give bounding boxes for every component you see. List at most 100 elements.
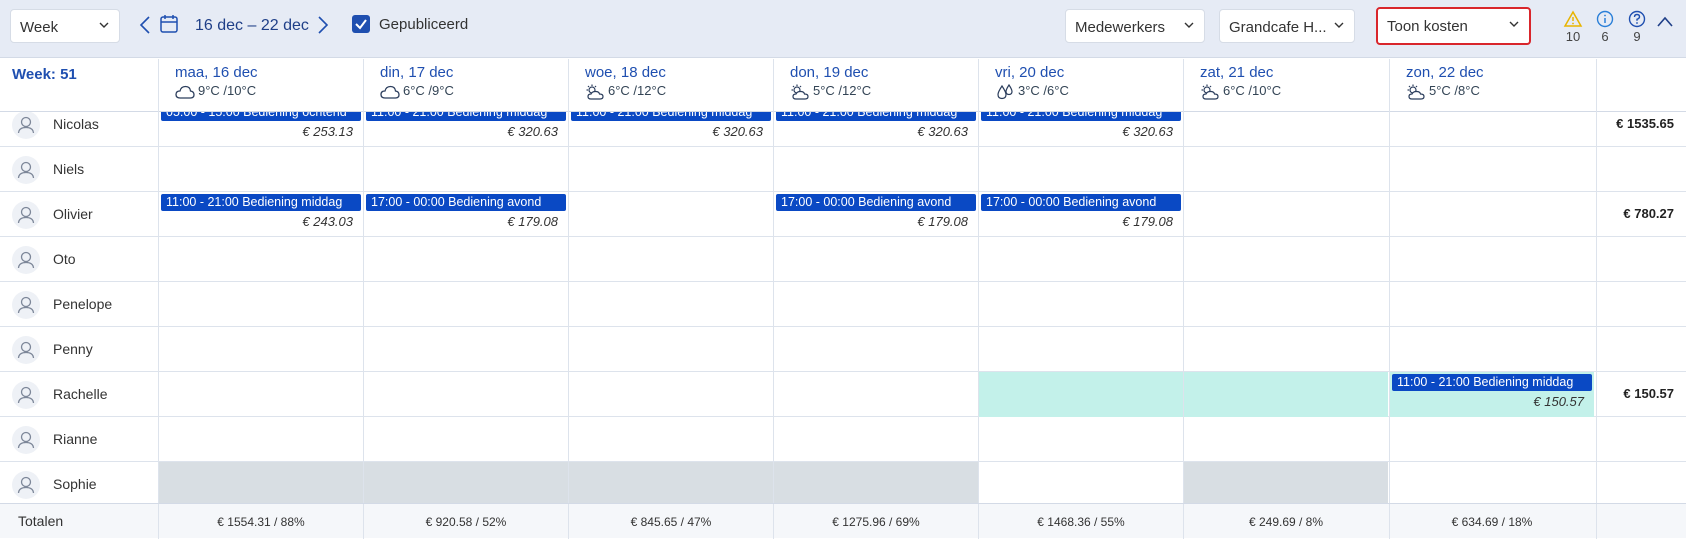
day-cell[interactable]	[773, 462, 978, 507]
costs-select[interactable]: Toon kosten	[1376, 7, 1531, 45]
day-header-cell[interactable]: din, 17 dec 6°C /9°C	[363, 59, 568, 112]
day-cell[interactable]	[1389, 237, 1594, 282]
avatar[interactable]	[12, 381, 40, 409]
day-cell[interactable]	[1183, 327, 1388, 372]
view-select[interactable]: Week	[10, 9, 120, 43]
avatar[interactable]	[12, 471, 40, 499]
day-cell[interactable]	[568, 372, 773, 417]
day-header-cell[interactable]: zon, 22 dec 5°C /8°C	[1389, 59, 1594, 112]
avatar[interactable]	[12, 156, 40, 184]
cloud-icon	[380, 83, 403, 99]
previous-week-button[interactable]	[138, 14, 152, 36]
day-cell[interactable]	[1389, 327, 1594, 372]
day-cell[interactable]	[363, 147, 568, 192]
day-cell[interactable]	[158, 147, 363, 192]
day-header-cell[interactable]: don, 19 dec 5°C /12°C	[773, 59, 978, 112]
chevron-up-icon[interactable]	[1655, 15, 1675, 29]
day-cell[interactable]	[363, 417, 568, 462]
shift-block[interactable]: 11:00 - 21:00 Bediening middag	[161, 194, 361, 211]
day-cell[interactable]	[568, 417, 773, 462]
employee-name[interactable]: Sophie	[53, 476, 97, 492]
day-cell[interactable]	[158, 237, 363, 282]
avatar[interactable]	[12, 426, 40, 454]
day-cell[interactable]	[773, 237, 978, 282]
avatar[interactable]	[12, 201, 40, 229]
shift-block[interactable]: 17:00 - 00:00 Bediening avond	[366, 194, 566, 211]
day-cell[interactable]	[1183, 417, 1388, 462]
employee-name[interactable]: Niels	[53, 161, 84, 177]
avatar[interactable]	[12, 111, 40, 139]
avatar[interactable]	[12, 336, 40, 364]
calendar-icon[interactable]	[160, 14, 178, 34]
day-cell[interactable]	[1389, 462, 1594, 507]
employee-name[interactable]: Olivier	[53, 206, 93, 222]
day-cell[interactable]	[978, 237, 1183, 282]
day-cell[interactable]	[978, 327, 1183, 372]
day-cell[interactable]	[568, 192, 773, 237]
day-cell[interactable]	[363, 372, 568, 417]
employee-name[interactable]: Oto	[53, 251, 76, 267]
day-cell[interactable]	[568, 462, 773, 507]
day-cell[interactable]	[1389, 417, 1594, 462]
day-cell[interactable]	[1183, 372, 1388, 417]
day-cell[interactable]	[773, 417, 978, 462]
day-cell[interactable]	[1389, 147, 1594, 192]
day-cell[interactable]: 11:00 - 21:00 Bediening middag € 243.03	[158, 192, 363, 237]
day-cell[interactable]	[568, 147, 773, 192]
date-range[interactable]: 16 dec – 22 dec	[195, 17, 309, 35]
day-cell[interactable]	[568, 237, 773, 282]
employee-name[interactable]: Rianne	[53, 431, 97, 447]
day-cell[interactable]	[773, 147, 978, 192]
day-cell[interactable]	[1183, 147, 1388, 192]
avatar[interactable]	[12, 246, 40, 274]
day-cell[interactable]	[158, 372, 363, 417]
day-header-cell[interactable]: zat, 21 dec 6°C /10°C	[1183, 59, 1388, 112]
day-cell[interactable]	[363, 462, 568, 507]
day-cell[interactable]	[773, 327, 978, 372]
shift-block[interactable]: 11:00 - 21:00 Bediening middag	[1392, 374, 1592, 391]
day-cell[interactable]: 11:00 - 21:00 Bediening middag € 150.57	[1389, 372, 1594, 417]
day-cell[interactable]: 17:00 - 00:00 Bediening avond € 179.08	[978, 192, 1183, 237]
day-cell[interactable]	[978, 282, 1183, 327]
next-week-button[interactable]	[316, 14, 330, 36]
day-cell[interactable]	[1183, 282, 1388, 327]
day-header-cell[interactable]: woe, 18 dec 6°C /12°C	[568, 59, 773, 112]
published-checkbox[interactable]	[352, 15, 370, 33]
day-cell[interactable]	[1183, 192, 1388, 237]
day-cell[interactable]	[363, 327, 568, 372]
day-cell[interactable]	[363, 282, 568, 327]
employee-name[interactable]: Rachelle	[53, 386, 107, 402]
employee-name[interactable]: Penny	[53, 341, 93, 357]
employee-name[interactable]: Nicolas	[53, 116, 99, 132]
avatar[interactable]	[12, 291, 40, 319]
day-cell[interactable]: 17:00 - 00:00 Bediening avond € 179.08	[773, 192, 978, 237]
day-cell[interactable]	[158, 417, 363, 462]
day-cell[interactable]	[773, 372, 978, 417]
day-cell[interactable]	[978, 147, 1183, 192]
day-cell[interactable]	[1183, 237, 1388, 282]
day-header-cell[interactable]: vri, 20 dec 3°C /6°C	[978, 59, 1183, 112]
day-cell[interactable]	[978, 417, 1183, 462]
employees-select[interactable]: Medewerkers	[1065, 9, 1205, 43]
day-cell[interactable]	[363, 237, 568, 282]
location-select[interactable]: Grandcafe H...	[1219, 9, 1355, 43]
day-cell[interactable]	[158, 327, 363, 372]
day-cell[interactable]	[158, 462, 363, 507]
shift-block[interactable]: 17:00 - 00:00 Bediening avond	[981, 194, 1181, 211]
help-button[interactable]: 9	[1626, 10, 1648, 44]
employee-name[interactable]: Penelope	[53, 296, 112, 312]
day-cell[interactable]	[568, 327, 773, 372]
day-cell[interactable]: 17:00 - 00:00 Bediening avond € 179.08	[363, 192, 568, 237]
warnings-button[interactable]: 10	[1562, 10, 1584, 44]
day-cell[interactable]	[1183, 462, 1388, 507]
day-header-cell[interactable]: maa, 16 dec 9°C /10°C	[158, 59, 363, 112]
day-cell[interactable]	[978, 462, 1183, 507]
shift-block[interactable]: 17:00 - 00:00 Bediening avond	[776, 194, 976, 211]
day-cell[interactable]	[1389, 192, 1594, 237]
day-cell[interactable]	[158, 282, 363, 327]
day-cell[interactable]	[773, 282, 978, 327]
day-cell[interactable]	[978, 372, 1183, 417]
info-button[interactable]: 6	[1594, 10, 1616, 44]
day-cell[interactable]	[568, 282, 773, 327]
day-cell[interactable]	[1389, 282, 1594, 327]
